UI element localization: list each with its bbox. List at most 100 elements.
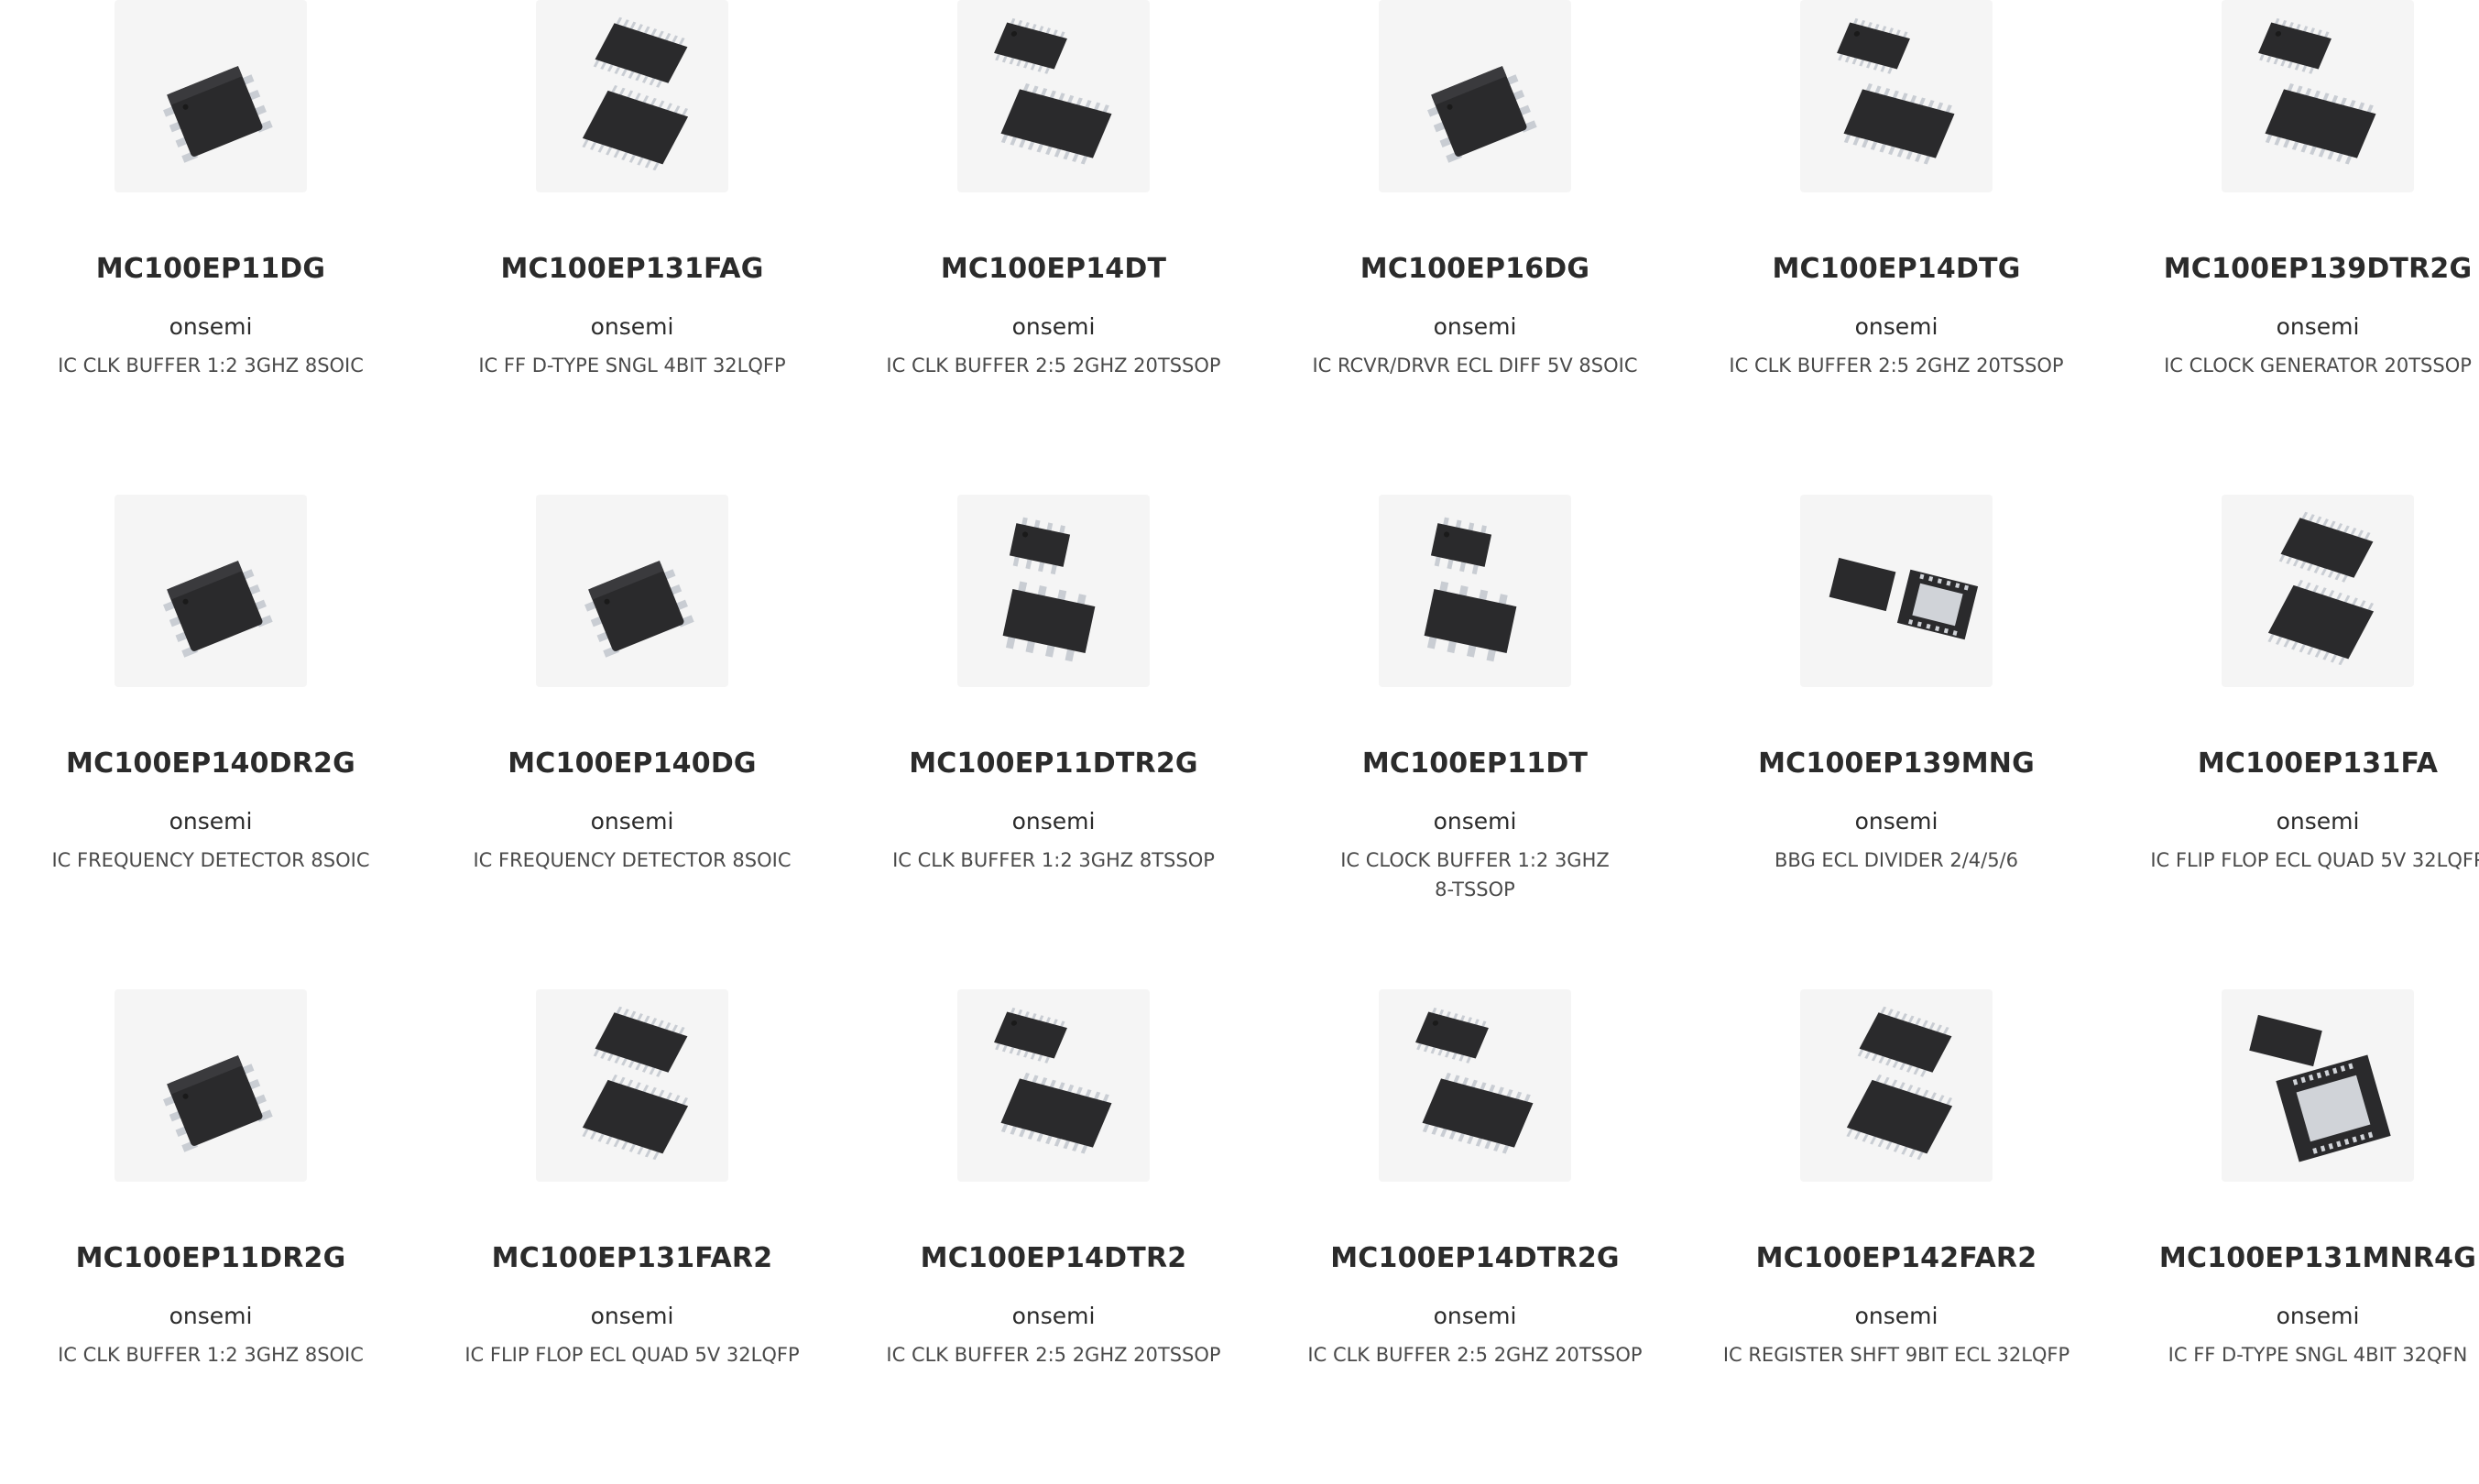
tssop-20-package-icon — [1379, 989, 1571, 1182]
product-image[interactable] — [536, 0, 728, 192]
manufacturer: onsemi — [590, 313, 674, 340]
product-card[interactable]: MC100EP139MNG onsemi BBG ECL DIVIDER 2/4… — [1686, 495, 2107, 989]
product-card[interactable]: MC100EP14DTR2 onsemi IC CLK BUFFER 2:5 2… — [843, 989, 1264, 1484]
manufacturer: onsemi — [169, 1303, 253, 1329]
product-description: IC CLK BUFFER 2:5 2GHZ 20TSSOP — [1307, 1344, 1643, 1366]
product-description: IC FLIP FLOP ECL QUAD 5V 32LQFP — [464, 1344, 800, 1366]
part-number[interactable]: MC100EP14DT — [843, 253, 1264, 285]
product-description: BBG ECL DIVIDER 2/4/5/6 — [1775, 849, 2018, 871]
product-description: IC FREQUENCY DETECTOR 8SOIC — [51, 849, 370, 871]
product-description: IC FF D-TYPE SNGL 4BIT 32LQFP — [478, 355, 786, 376]
product-description: IC FREQUENCY DETECTOR 8SOIC — [473, 849, 792, 871]
part-number[interactable]: MC100EP11DTR2G — [843, 747, 1264, 780]
product-image[interactable] — [536, 495, 728, 687]
part-number[interactable]: MC100EP131FAR2 — [421, 1242, 843, 1274]
product-description: IC FLIP FLOP ECL QUAD 5V 32LQFP — [2150, 849, 2479, 871]
product-image[interactable] — [115, 0, 307, 192]
tssop-20-package-icon — [957, 0, 1150, 192]
product-image[interactable] — [1800, 495, 1993, 687]
manufacturer: onsemi — [169, 808, 253, 835]
product-card[interactable]: MC100EP14DT onsemi IC CLK BUFFER 2:5 2GH… — [843, 0, 1264, 495]
part-number[interactable]: MC100EP140DR2G — [0, 747, 421, 780]
product-card[interactable]: MC100EP16DG onsemi IC RCVR/DRVR ECL DIFF… — [1264, 0, 1686, 495]
product-card[interactable]: MC100EP14DTG onsemi IC CLK BUFFER 2:5 2G… — [1686, 0, 2107, 495]
manufacturer: onsemi — [2276, 808, 2360, 835]
product-card[interactable]: MC100EP14DTR2G onsemi IC CLK BUFFER 2:5 … — [1264, 989, 1686, 1484]
product-image[interactable] — [2222, 989, 2414, 1182]
product-card[interactable]: MC100EP131FAG onsemi IC FF D-TYPE SNGL 4… — [421, 0, 843, 495]
product-image[interactable] — [1800, 0, 1993, 192]
part-number[interactable]: MC100EP16DG — [1264, 253, 1686, 285]
manufacturer: onsemi — [169, 313, 253, 340]
product-grid: MC100EP11DG onsemi IC CLK BUFFER 1:2 3GH… — [0, 0, 2479, 1366]
product-card[interactable]: MC100EP142FAR2 onsemi IC REGISTER SHFT 9… — [1686, 989, 2107, 1484]
product-card[interactable]: MC100EP11DT onsemi IC CLOCK BUFFER 1:2 3… — [1264, 495, 1686, 989]
product-description: IC CLK BUFFER 1:2 3GHZ 8TSSOP — [892, 849, 1215, 871]
lqfp-package-icon — [536, 989, 728, 1182]
part-number[interactable]: MC100EP11DR2G — [0, 1242, 421, 1274]
lqfp-package-icon — [536, 0, 728, 192]
product-description: IC CLOCK GENERATOR 20TSSOP — [2164, 355, 2472, 376]
product-card[interactable]: MC100EP11DTR2G onsemi IC CLK BUFFER 1:2 … — [843, 495, 1264, 989]
part-number[interactable]: MC100EP14DTR2G — [1264, 1242, 1686, 1274]
part-number[interactable]: MC100EP11DT — [1264, 747, 1686, 780]
tssop-20-package-icon — [957, 989, 1150, 1182]
tssop-20-package-icon — [2222, 0, 2414, 192]
product-card[interactable]: MC100EP140DR2G onsemi IC FREQUENCY DETEC… — [0, 495, 421, 989]
product-description: IC CLK BUFFER 2:5 2GHZ 20TSSOP — [886, 1344, 1221, 1366]
product-image[interactable] — [536, 989, 728, 1182]
qfn-package-icon — [1800, 495, 1993, 687]
product-card[interactable]: MC100EP11DR2G onsemi IC CLK BUFFER 1:2 3… — [0, 989, 421, 1484]
product-card[interactable]: MC100EP131FAR2 onsemi IC FLIP FLOP ECL Q… — [421, 989, 843, 1484]
product-description: IC CLK BUFFER 1:2 3GHZ 8SOIC — [58, 355, 364, 376]
product-image[interactable] — [2222, 495, 2414, 687]
product-description: IC CLK BUFFER 2:5 2GHZ 20TSSOP — [886, 355, 1221, 376]
manufacturer: onsemi — [1011, 1303, 1096, 1329]
product-image[interactable] — [2222, 0, 2414, 192]
manufacturer: onsemi — [1854, 808, 1938, 835]
manufacturer: onsemi — [1011, 808, 1096, 835]
soic-8-package-icon — [1379, 0, 1571, 192]
part-number[interactable]: MC100EP131MNR4G — [2107, 1242, 2479, 1274]
manufacturer: onsemi — [1433, 313, 1517, 340]
part-number[interactable]: MC100EP14DTR2 — [843, 1242, 1264, 1274]
part-number[interactable]: MC100EP131FA — [2107, 747, 2479, 780]
manufacturer: onsemi — [1854, 1303, 1938, 1329]
product-image[interactable] — [115, 989, 307, 1182]
manufacturer: onsemi — [590, 808, 674, 835]
tssop-8-package-icon — [1379, 495, 1571, 687]
product-image[interactable] — [115, 495, 307, 687]
product-description: IC RCVR/DRVR ECL DIFF 5V 8SOIC — [1312, 355, 1638, 376]
tssop-8-package-icon — [957, 495, 1150, 687]
product-image[interactable] — [957, 989, 1150, 1182]
part-number[interactable]: MC100EP131FAG — [421, 253, 843, 285]
qfn-large-package-icon — [2222, 989, 2414, 1182]
part-number[interactable]: MC100EP11DG — [0, 253, 421, 285]
product-description: IC CLK BUFFER 1:2 3GHZ 8SOIC — [58, 1344, 364, 1366]
part-number[interactable]: MC100EP139DTR2G — [2107, 253, 2479, 285]
product-image[interactable] — [1379, 495, 1571, 687]
soic-8-package-icon — [115, 495, 307, 687]
product-image[interactable] — [1379, 989, 1571, 1182]
lqfp-package-icon — [2222, 495, 2414, 687]
product-card[interactable]: MC100EP131MNR4G onsemi IC FF D-TYPE SNGL… — [2107, 989, 2479, 1484]
part-number[interactable]: MC100EP142FAR2 — [1686, 1242, 2107, 1274]
manufacturer: onsemi — [1433, 808, 1517, 835]
product-description: IC CLOCK BUFFER 1:2 3GHZ 8-TSSOP — [1340, 849, 1610, 900]
part-number[interactable]: MC100EP14DTG — [1686, 253, 2107, 285]
product-card[interactable]: MC100EP11DG onsemi IC CLK BUFFER 1:2 3GH… — [0, 0, 421, 495]
product-image[interactable] — [1800, 989, 1993, 1182]
product-image[interactable] — [957, 0, 1150, 192]
product-card[interactable]: MC100EP139DTR2G onsemi IC CLOCK GENERATO… — [2107, 0, 2479, 495]
part-number[interactable]: MC100EP140DG — [421, 747, 843, 780]
lqfp-package-icon — [1800, 989, 1993, 1182]
manufacturer: onsemi — [2276, 1303, 2360, 1329]
product-image[interactable] — [1379, 0, 1571, 192]
soic-8-package-icon — [115, 989, 307, 1182]
part-number[interactable]: MC100EP139MNG — [1686, 747, 2107, 780]
manufacturer: onsemi — [590, 1303, 674, 1329]
product-card[interactable]: MC100EP131FA onsemi IC FLIP FLOP ECL QUA… — [2107, 495, 2479, 989]
product-image[interactable] — [957, 495, 1150, 687]
soic-8-package-icon — [115, 0, 307, 192]
product-card[interactable]: MC100EP140DG onsemi IC FREQUENCY DETECTO… — [421, 495, 843, 989]
